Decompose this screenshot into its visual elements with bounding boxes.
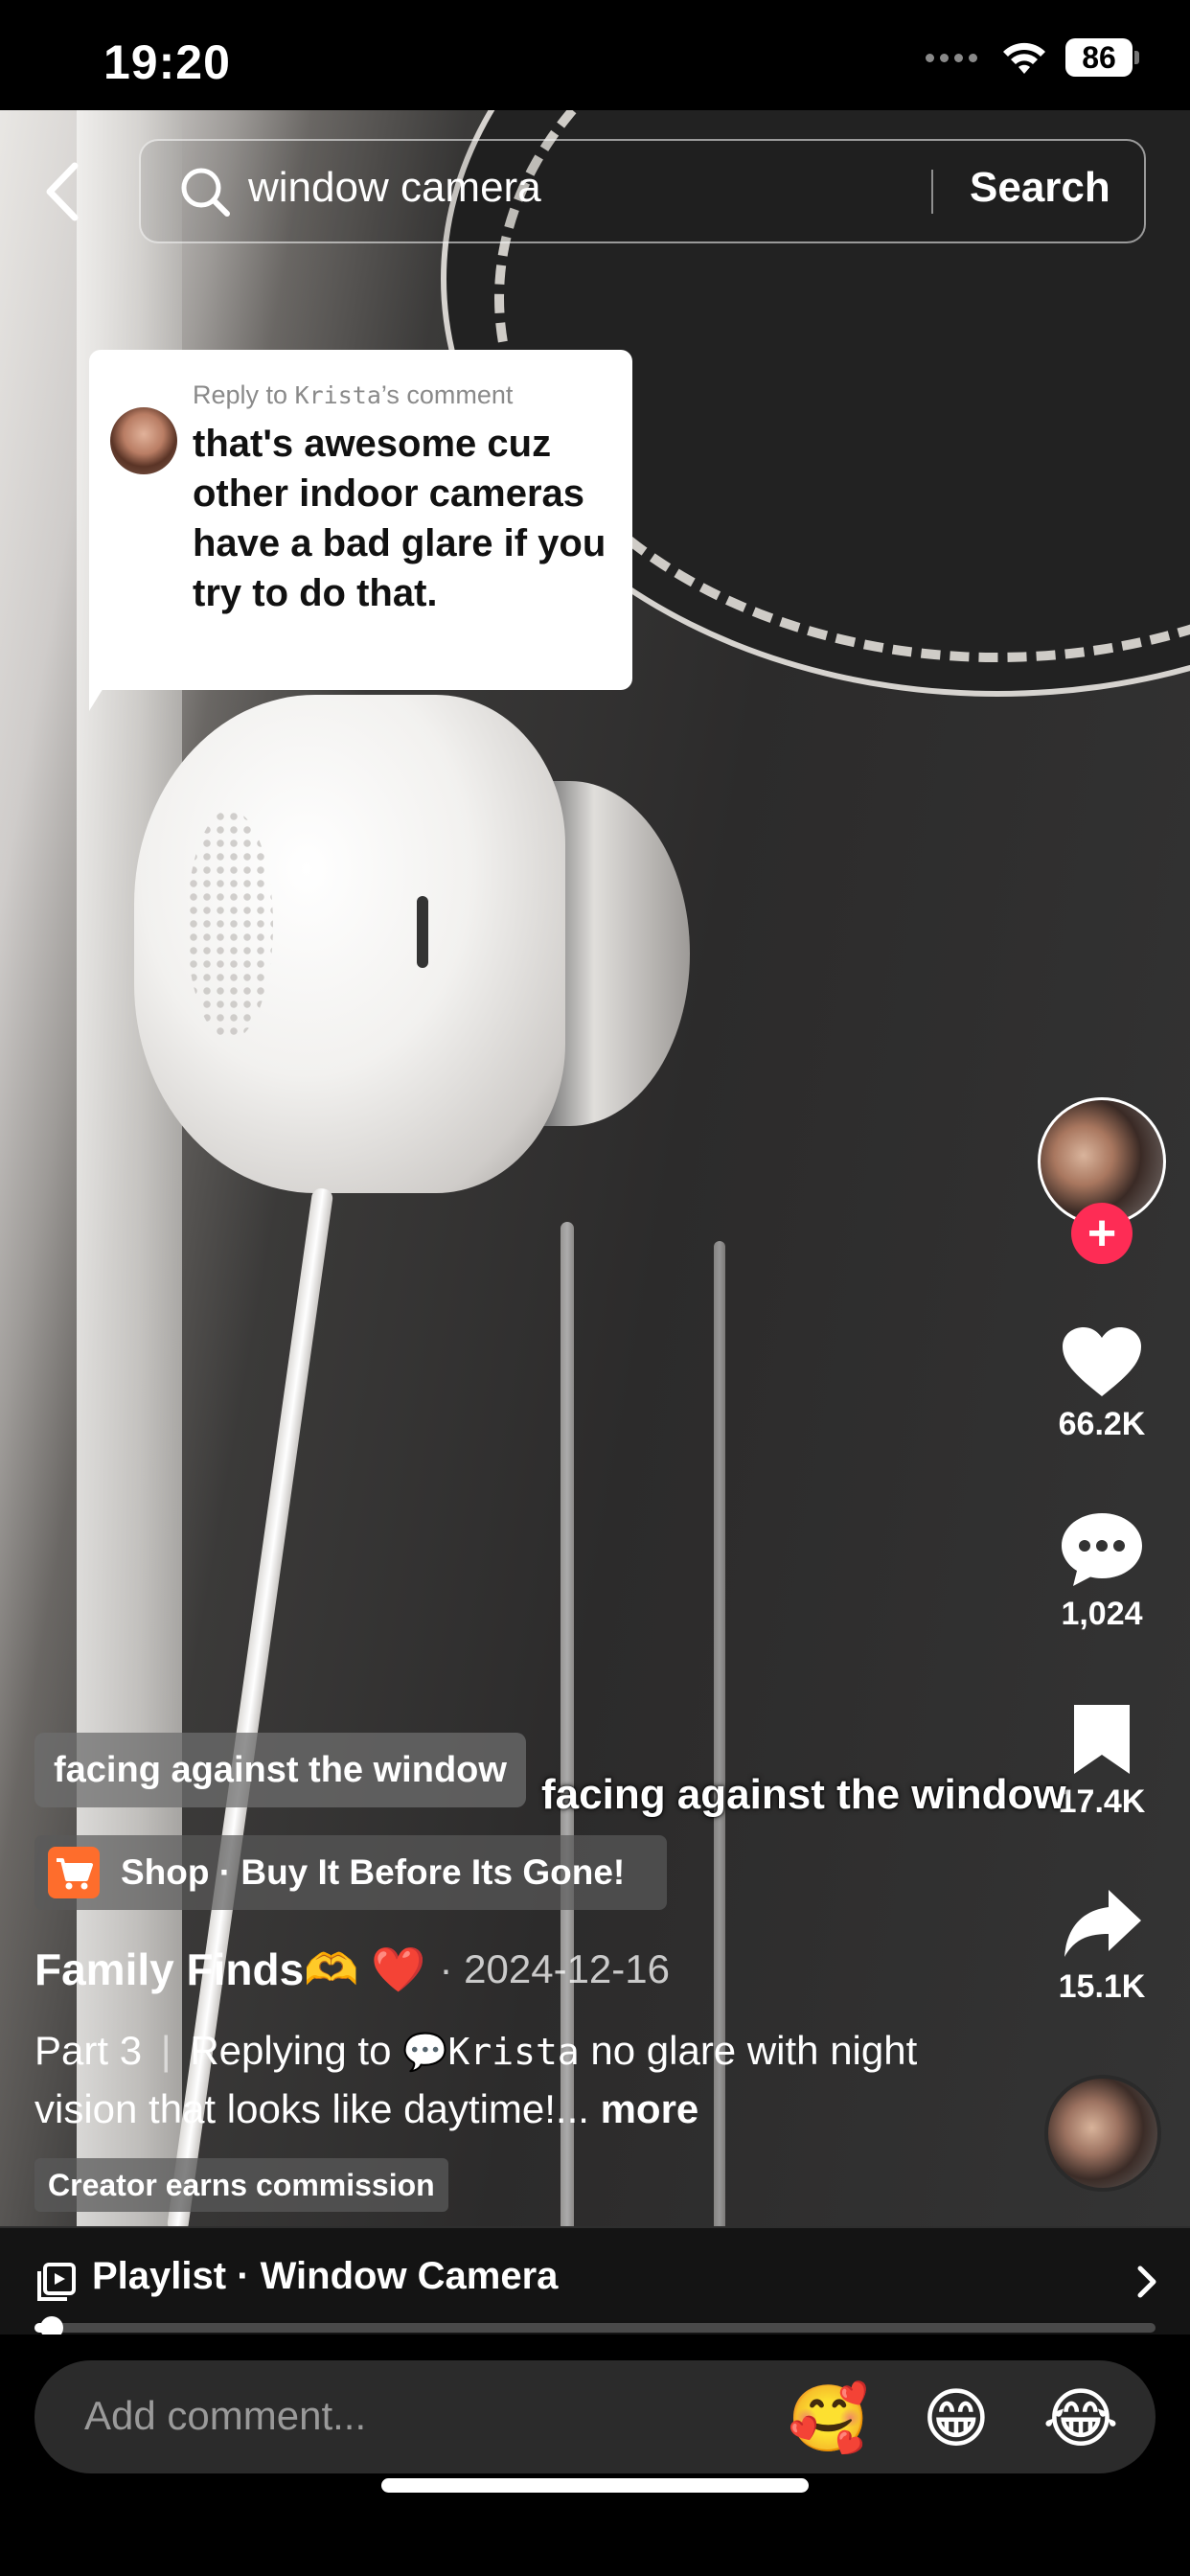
cart-icon <box>48 1847 100 1898</box>
search-icon <box>181 168 230 217</box>
video-subtitle: facing against the window <box>541 1771 1066 1818</box>
emoji-smiling-hearts-button[interactable]: 🥰 <box>788 2380 869 2460</box>
comment-count: 1,024 <box>1061 1596 1143 1632</box>
caption-sticker: facing against the window <box>34 1733 526 1807</box>
comment-bubble-icon <box>1062 1513 1142 1586</box>
commenter-name: Krista <box>294 381 381 409</box>
status-bar: 19:20 86 <box>0 0 1190 110</box>
author-name[interactable]: Family Finds🫶 ❤️ <box>34 1936 426 2003</box>
bookmark-icon <box>1074 1705 1130 1774</box>
share-button[interactable]: 15.1K <box>1037 1886 1167 2006</box>
post-date: · 2024-12-16 <box>439 1946 671 1991</box>
desc-part: Part 3 <box>34 2028 143 2073</box>
share-arrow-icon <box>1064 1890 1141 1957</box>
playback-progress[interactable] <box>34 2316 1156 2339</box>
shop-link[interactable]: Shop · Buy It Before Its Gone! <box>34 1835 667 1910</box>
reply-card-tail <box>89 671 114 711</box>
reply-comment-card[interactable]: Reply to Krista’s comment that's awesome… <box>89 350 632 690</box>
cellular-signal-icon <box>926 53 977 62</box>
home-indicator <box>381 2478 809 2493</box>
heart-icon <box>1063 1327 1141 1396</box>
status-time: 19:20 <box>103 35 231 89</box>
wifi-icon <box>1003 42 1045 74</box>
comment-area: Add comment... 🥰 😁 😂 <box>0 2334 1190 2576</box>
search-button[interactable]: Search <box>970 164 1110 212</box>
comment-input[interactable]: Add comment... 🥰 😁 😂 <box>34 2360 1156 2473</box>
desc-mention[interactable]: 💬Krista <box>402 2031 580 2073</box>
battery-indicator: 86 <box>1065 38 1139 77</box>
like-button[interactable]: 66.2K <box>1037 1325 1167 1443</box>
playlist-bar[interactable]: Playlist · Window Camera <box>0 2226 1190 2335</box>
comment-button[interactable]: 1,024 <box>1037 1511 1167 1633</box>
author-row: Family Finds🫶 ❤️ · 2024-12-16 <box>34 1936 670 2003</box>
status-icons: 86 <box>926 38 1139 77</box>
share-count: 15.1K <box>1058 1968 1146 2005</box>
commenter-avatar <box>110 407 177 474</box>
like-count: 66.2K <box>1058 1406 1146 1442</box>
back-button[interactable] <box>38 158 88 225</box>
desc-replying-label: Replying to <box>190 2028 392 2073</box>
search-input[interactable]: window camera <box>248 164 541 212</box>
search-bar[interactable]: window camera Search <box>139 139 1146 243</box>
emoji-grin-button[interactable]: 😁 <box>916 2380 996 2460</box>
emoji-laughing-button[interactable]: 😂 <box>1041 2380 1121 2460</box>
desc-separator: | <box>160 2028 172 2073</box>
shop-label: Shop · Buy It Before Its Gone! <box>121 1852 626 1892</box>
commission-badge: Creator earns commission <box>34 2158 448 2212</box>
reply-label: Reply to Krista’s comment <box>193 380 514 409</box>
music-disc[interactable] <box>1044 2075 1161 2192</box>
reply-comment-text: that's awesome cuz other indoor cameras … <box>193 423 606 614</box>
follow-button[interactable]: + <box>1071 1203 1133 1264</box>
playlist-label: Playlist · Window Camera <box>92 2255 559 2297</box>
video-description[interactable]: Part 3 | Replying to 💬Krista no glare wi… <box>34 2022 973 2138</box>
camera-image <box>134 695 690 1193</box>
search-divider <box>931 170 933 214</box>
more-button[interactable]: more <box>589 2086 699 2131</box>
playlist-icon <box>37 2263 76 2301</box>
comment-placeholder: Add comment... <box>84 2393 367 2438</box>
chevron-right-icon <box>1137 2266 1156 2298</box>
